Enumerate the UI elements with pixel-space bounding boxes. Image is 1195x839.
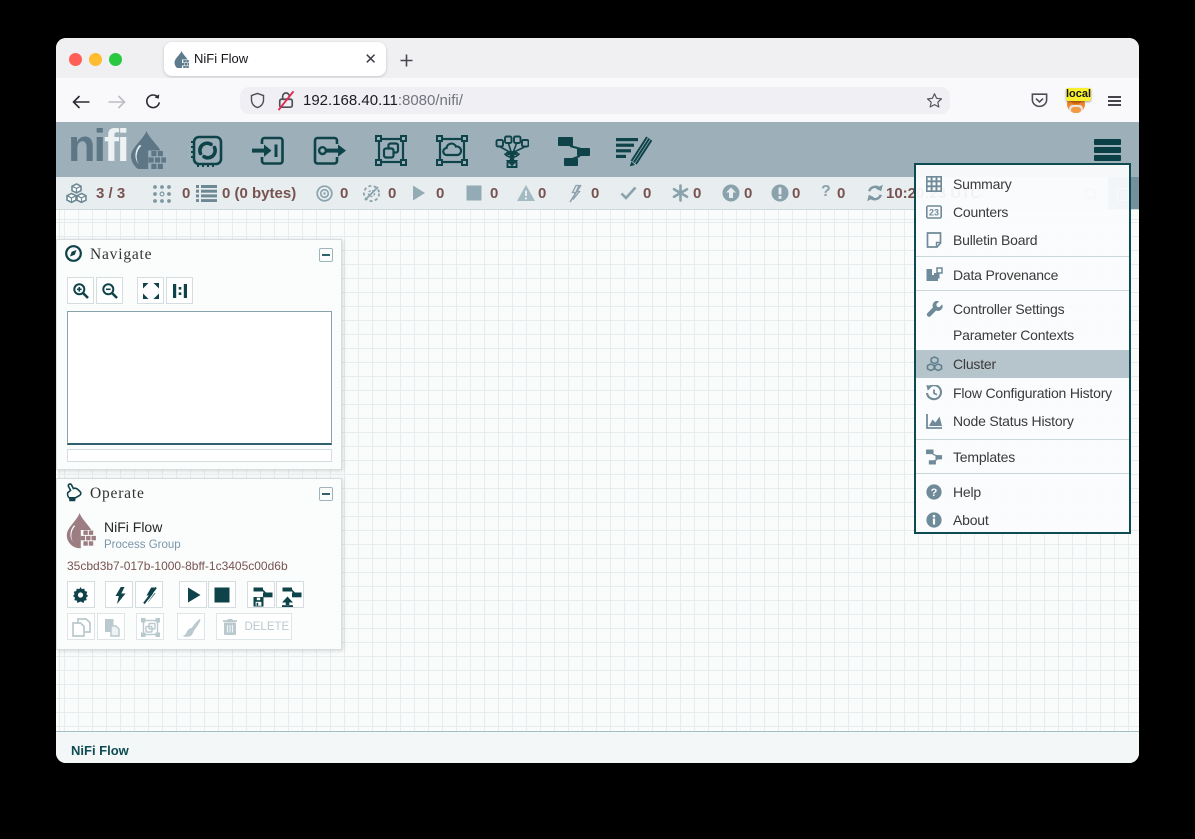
svg-text:23: 23 (929, 208, 939, 218)
svg-text:?: ? (931, 487, 938, 499)
